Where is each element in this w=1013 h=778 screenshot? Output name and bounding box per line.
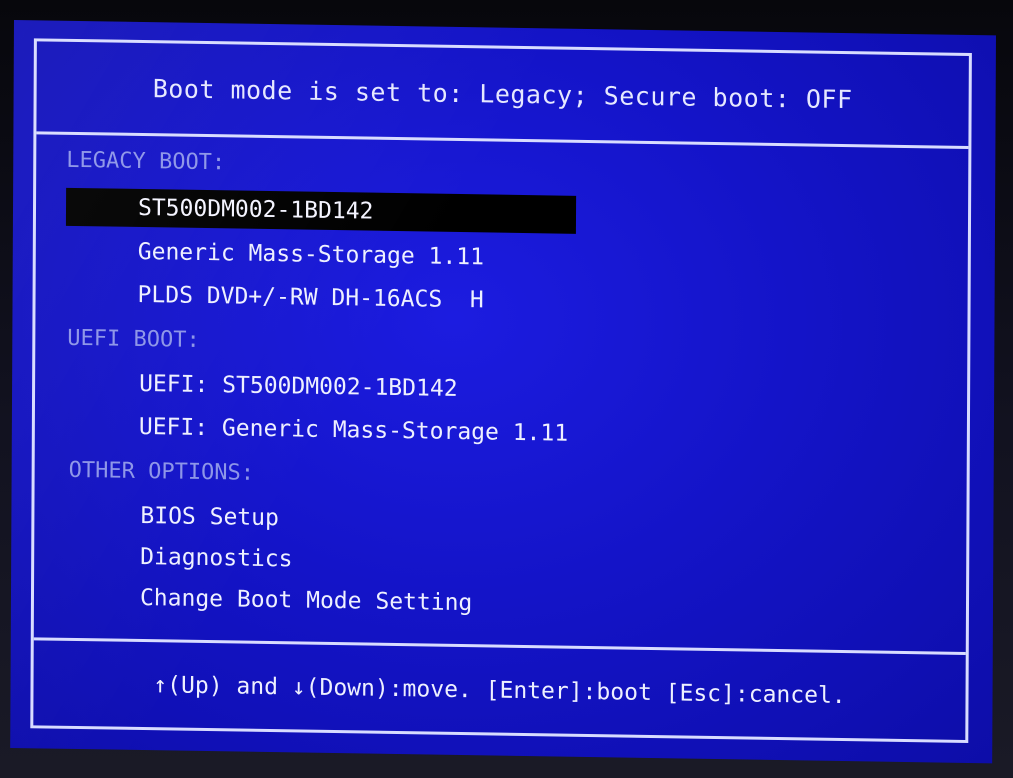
option-change-boot-mode[interactable]: Change Boot Mode Setting (140, 579, 473, 622)
boot-item-uefi-usb[interactable]: UEFI: Generic Mass-Storage 1.11 (139, 408, 568, 453)
boot-menu-header: Boot mode is set to: Legacy; Secure boot… (36, 41, 969, 149)
boot-item-uefi-hdd[interactable]: UEFI: ST500DM002-1BD142 (139, 365, 458, 408)
boot-item-legacy-usb[interactable]: Generic Mass-Storage 1.11 (138, 233, 484, 276)
boot-menu-frame: Boot mode is set to: Legacy; Secure boot… (30, 38, 972, 743)
navigation-help-text: ↑(Up) and ↓(Down):move. [Enter]:boot [Es… (153, 671, 846, 709)
option-diagnostics[interactable]: Diagnostics (140, 538, 293, 578)
section-title-other-options: OTHER OPTIONS: (68, 457, 255, 486)
section-title-legacy-boot: LEGACY BOOT: (66, 147, 226, 176)
boot-item-legacy-hdd[interactable]: ST500DM002-1BD142 (65, 187, 577, 234)
boot-item-legacy-dvd[interactable]: PLDS DVD+/-RW DH-16ACS H (137, 276, 484, 319)
boot-mode-status: Boot mode is set to: Legacy; Secure boot… (152, 73, 853, 114)
boot-menu-screen: Boot mode is set to: Legacy; Secure boot… (10, 20, 996, 764)
boot-menu-footer: ↑(Up) and ↓(Down):move. [Enter]:boot [Es… (33, 637, 966, 740)
section-title-uefi-boot: UEFI BOOT: (67, 325, 200, 353)
option-bios-setup[interactable]: BIOS Setup (140, 497, 279, 537)
